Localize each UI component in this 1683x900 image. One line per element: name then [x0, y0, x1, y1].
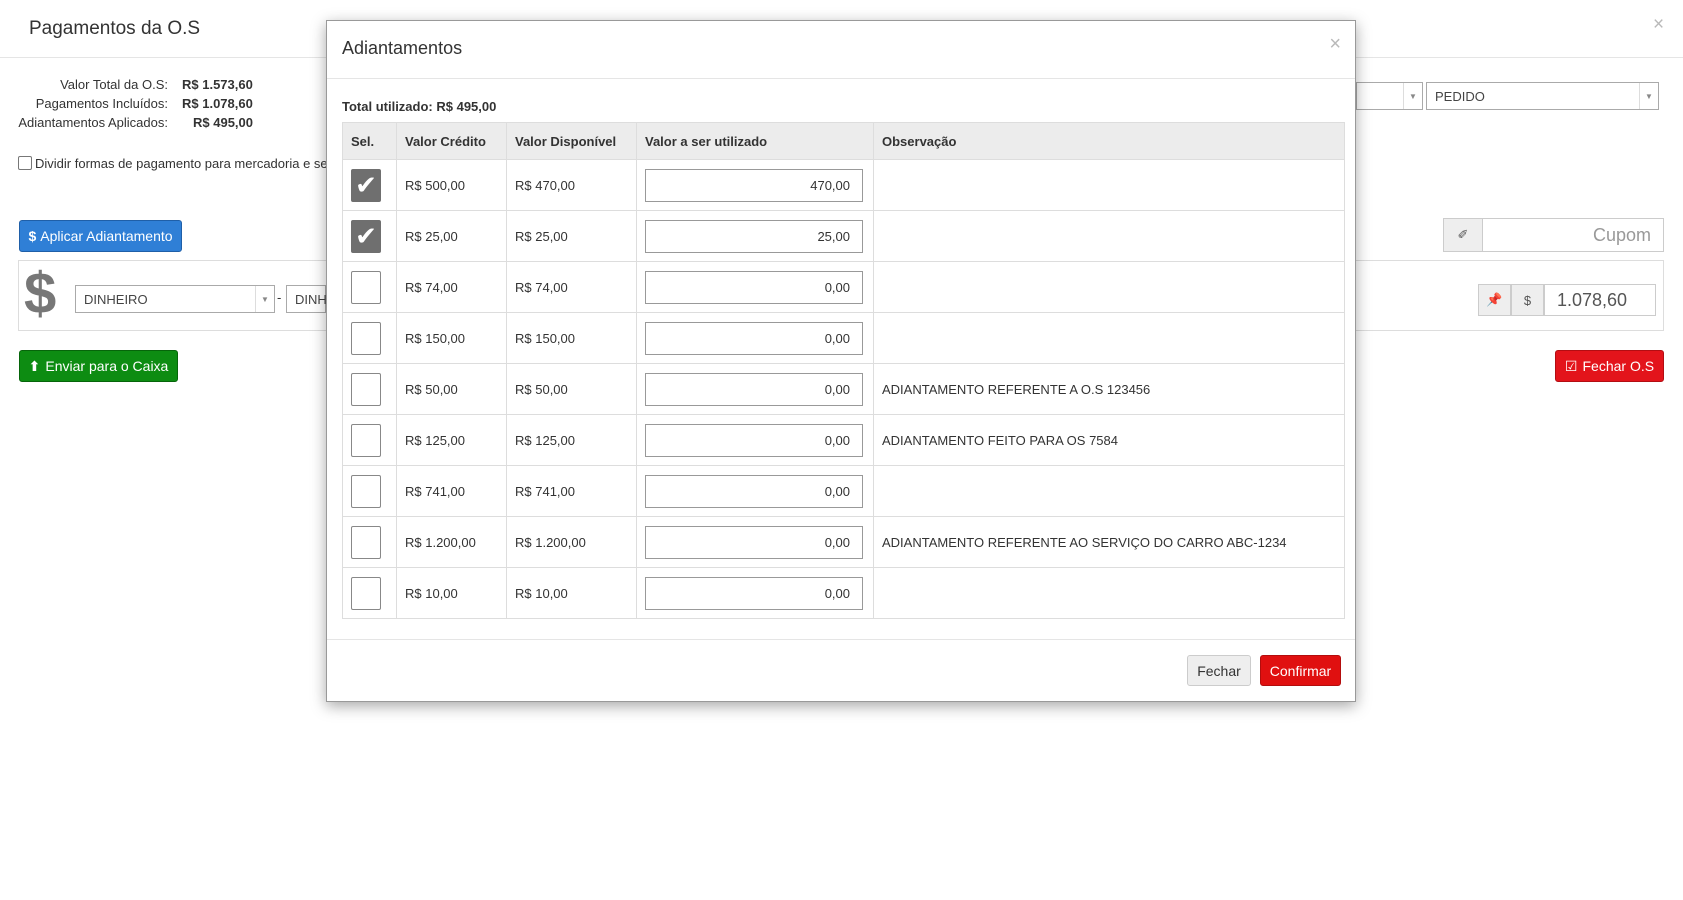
use-amount-input[interactable]: 0,00 — [645, 372, 863, 406]
table-row: R$ 125,00 R$ 125,00 0,00 ADIANTAMENTO FEITO… — [342, 414, 1345, 466]
table-row: ✔ R$ 500,00 R$ 470,00 470,00 — [342, 159, 1345, 211]
row-select-checkbox[interactable] — [351, 372, 381, 406]
col-header-utilizar: Valor a ser utilizado — [636, 122, 874, 160]
table-header-row: Sel. Valor Crédito Valor Disponível Valo… — [342, 122, 1345, 160]
table-row: R$ 150,00 R$ 150,00 0,00 — [342, 312, 1345, 364]
use-amount-input[interactable]: 470,00 — [645, 168, 863, 202]
select-cell: ✔ — [342, 159, 397, 211]
available-value: R$ 50,00 — [506, 363, 637, 415]
select-cell: ✔ — [342, 210, 397, 262]
use-amount-input[interactable]: 0,00 — [645, 525, 863, 559]
row-select-checkbox[interactable]: ✔ — [351, 168, 381, 202]
available-value: R$ 1.200,00 — [506, 516, 637, 568]
observation-text — [873, 159, 1345, 211]
use-amount-input[interactable]: 0,00 — [645, 423, 863, 457]
credit-value: R$ 1.200,00 — [396, 516, 507, 568]
checkmark-icon: ✔ — [355, 169, 377, 200]
col-header-sel: Sel. — [342, 122, 397, 160]
use-amount-cell: 470,00 — [636, 159, 874, 211]
total-used-label: Total utilizado: R$ 495,00 — [342, 99, 497, 114]
row-select-checkbox[interactable] — [351, 321, 381, 355]
available-value: R$ 150,00 — [506, 312, 637, 364]
use-amount-input[interactable]: 25,00 — [645, 219, 863, 253]
select-cell — [342, 261, 397, 313]
use-amount-cell: 0,00 — [636, 516, 874, 568]
select-cell — [342, 516, 397, 568]
modal-title: Adiantamentos — [342, 38, 463, 58]
available-value: R$ 74,00 — [506, 261, 637, 313]
credit-value: R$ 150,00 — [396, 312, 507, 364]
use-amount-cell: 0,00 — [636, 465, 874, 517]
credit-value: R$ 741,00 — [396, 465, 507, 517]
observation-text — [873, 210, 1345, 262]
table-row: R$ 74,00 R$ 74,00 0,00 — [342, 261, 1345, 313]
row-select-checkbox[interactable] — [351, 423, 381, 457]
use-amount-cell: 0,00 — [636, 312, 874, 364]
table-row: R$ 10,00 R$ 10,00 0,00 — [342, 567, 1345, 619]
col-header-disponivel: Valor Disponível — [506, 122, 637, 160]
modal-confirm-button[interactable]: Confirmar — [1260, 655, 1341, 686]
select-cell — [342, 414, 397, 466]
observation-text — [873, 261, 1345, 313]
use-amount-cell: 0,00 — [636, 261, 874, 313]
advances-table: Sel. Valor Crédito Valor Disponível Valo… — [342, 122, 1345, 619]
observation-text — [873, 567, 1345, 619]
modal-close-button[interactable]: Fechar — [1187, 655, 1251, 686]
table-row: R$ 1.200,00 R$ 1.200,00 0,00 ADIANTAMENTO R… — [342, 516, 1345, 568]
use-amount-cell: 0,00 — [636, 414, 874, 466]
row-select-checkbox[interactable]: ✔ — [351, 219, 381, 253]
select-cell — [342, 465, 397, 517]
observation-text — [873, 465, 1345, 517]
credit-value: R$ 74,00 — [396, 261, 507, 313]
row-select-checkbox[interactable] — [351, 525, 381, 559]
use-amount-cell: 0,00 — [636, 363, 874, 415]
use-amount-input[interactable]: 0,00 — [645, 321, 863, 355]
table-row: R$ 50,00 R$ 50,00 0,00 ADIANTAMENTO REFEREN… — [342, 363, 1345, 415]
table-row: ✔ R$ 25,00 R$ 25,00 25,00 — [342, 210, 1345, 262]
col-header-observacao: Observação — [873, 122, 1345, 160]
use-amount-input[interactable]: 0,00 — [645, 474, 863, 508]
observation-text: ADIANTAMENTO REFERENTE A O.S 123456 — [873, 363, 1345, 415]
select-cell — [342, 567, 397, 619]
observation-text — [873, 312, 1345, 364]
checkmark-icon: ✔ — [355, 220, 377, 251]
use-amount-cell: 0,00 — [636, 567, 874, 619]
select-cell — [342, 312, 397, 364]
table-row: R$ 741,00 R$ 741,00 0,00 — [342, 465, 1345, 517]
modal-footer-divider — [327, 639, 1355, 640]
use-amount-input[interactable]: 0,00 — [645, 576, 863, 610]
close-icon[interactable]: × — [1329, 33, 1341, 56]
modal-header-divider — [327, 78, 1355, 79]
credit-value: R$ 500,00 — [396, 159, 507, 211]
select-cell — [342, 363, 397, 415]
observation-text: ADIANTAMENTO FEITO PARA OS 7584 — [873, 414, 1345, 466]
row-select-checkbox[interactable] — [351, 474, 381, 508]
credit-value: R$ 25,00 — [396, 210, 507, 262]
use-amount-input[interactable]: 0,00 — [645, 270, 863, 304]
credit-value: R$ 10,00 — [396, 567, 507, 619]
available-value: R$ 10,00 — [506, 567, 637, 619]
row-select-checkbox[interactable] — [351, 270, 381, 304]
col-header-credito: Valor Crédito — [396, 122, 507, 160]
available-value: R$ 125,00 — [506, 414, 637, 466]
credit-value: R$ 125,00 — [396, 414, 507, 466]
available-value: R$ 470,00 — [506, 159, 637, 211]
credit-value: R$ 50,00 — [396, 363, 507, 415]
observation-text: ADIANTAMENTO REFERENTE AO SERVIÇO DO CAR… — [873, 516, 1345, 568]
use-amount-cell: 25,00 — [636, 210, 874, 262]
row-select-checkbox[interactable] — [351, 576, 381, 610]
available-value: R$ 25,00 — [506, 210, 637, 262]
available-value: R$ 741,00 — [506, 465, 637, 517]
advances-modal: Adiantamentos × Total utilizado: R$ 495,… — [326, 20, 1356, 702]
